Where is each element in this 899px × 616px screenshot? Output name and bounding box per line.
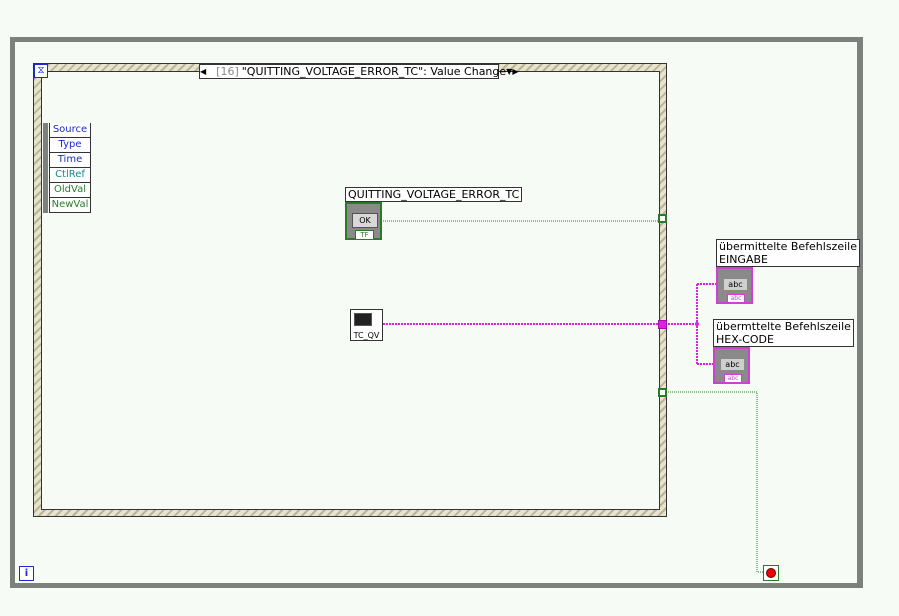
stop-tunnel[interactable]: [658, 388, 667, 397]
wire-junction: [695, 322, 699, 326]
string-tunnel[interactable]: [658, 320, 667, 329]
indicator-hexcode-label: übermttelte Befehlszeile HEX-CODE: [713, 319, 854, 347]
type-tag: abc: [724, 374, 742, 383]
type-tag: TF: [355, 230, 374, 240]
stop-wire: [666, 391, 763, 573]
wires: [381, 220, 763, 573]
label-line: HEX-CODE: [716, 333, 774, 346]
subvi-tc-qv[interactable]: TC_QV: [350, 309, 383, 341]
label-line: EINGABE: [719, 253, 768, 266]
abc-glyph: abc: [724, 279, 747, 290]
label-line: übermttelte Befehlszeile: [716, 320, 851, 333]
boolean-tunnel[interactable]: [658, 214, 667, 223]
boolean-control-label: QUITTING_VOLTAGE_ERROR_TC: [345, 187, 523, 202]
stop-icon[interactable]: [763, 565, 779, 581]
waveform-icon: [354, 313, 372, 326]
label-line: übermittelte Befehlszeile: [719, 240, 857, 253]
abc-glyph: abc: [721, 359, 744, 370]
subvi-label: TC_QV: [353, 331, 380, 340]
indicator-eingabe-label: übermittelte Befehlszeile EINGABE: [716, 239, 860, 267]
iteration-terminal-icon[interactable]: i: [19, 566, 34, 581]
boolean-control-terminal[interactable]: OK TF: [345, 202, 382, 240]
indicator-eingabe-terminal[interactable]: abc abc: [716, 267, 753, 304]
indicator-hexcode-terminal[interactable]: abc abc: [713, 347, 750, 384]
ok-button-glyph: OK: [352, 213, 378, 228]
type-tag: abc: [727, 294, 745, 303]
